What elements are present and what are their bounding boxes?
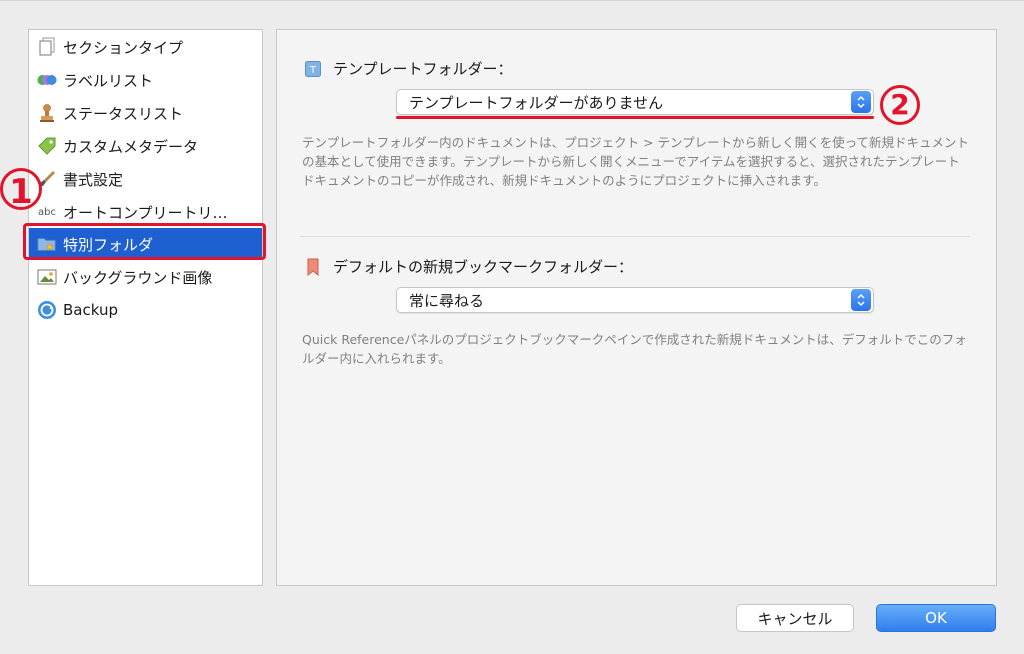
bookmark-folder-description: Quick Referenceパネルのプロジェクトブックマークペインで作成された… — [302, 332, 967, 366]
template-folder-label: テンプレートフォルダー： — [333, 60, 513, 78]
image-icon — [37, 267, 57, 287]
section-divider — [300, 236, 970, 237]
page-stack-icon — [37, 37, 57, 57]
stamp-icon — [37, 103, 57, 123]
svg-text:T: T — [309, 65, 317, 76]
sidebar-item-label-list[interactable]: ラベルリスト — [29, 64, 262, 96]
annotation-marker-2: 2 — [880, 85, 920, 125]
select-stepper-icon — [851, 289, 871, 311]
template-folder-select[interactable]: テンプレートフォルダーがありません — [396, 89, 874, 115]
bookmark-icon — [305, 258, 321, 276]
select-stepper-icon — [851, 91, 871, 113]
template-folder-heading: T テンプレートフォルダー： — [305, 58, 513, 79]
abc-icon: abc — [38, 206, 56, 218]
sidebar-item-label: オートコンプリートリ… — [63, 203, 228, 222]
sidebar-item-label: カスタムメタデータ — [63, 137, 199, 156]
sidebar-item-formatting[interactable]: 書式設定 — [29, 163, 262, 195]
sidebar-item-section-types[interactable]: セクションタイプ — [29, 31, 262, 63]
bookmark-folder-select-value: 常に尋ねる — [409, 291, 485, 310]
sidebar-item-backup[interactable]: Backup — [29, 294, 262, 326]
sidebar-item-label: ラベルリスト — [63, 71, 154, 90]
sidebar-item-label: 書式設定 — [63, 170, 124, 189]
sidebar-item-background-image[interactable]: バックグラウンド画像 — [29, 261, 262, 293]
annotation-marker-1: 1 — [0, 168, 42, 212]
sidebar-item-label: ステータスリスト — [63, 104, 184, 123]
backup-icon — [37, 300, 57, 320]
cancel-button[interactable]: キャンセル — [736, 604, 854, 632]
preferences-sidebar: セクションタイプ ラベルリスト ステータスリスト カスタムメタデータ 書式設定 … — [28, 29, 263, 586]
template-folder-select-value: テンプレートフォルダーがありません — [409, 93, 664, 112]
template-folder-description: テンプレートフォルダー内のドキュメントは、プロジェクト > テンプレートから新し… — [302, 135, 970, 188]
sidebar-item-custom-metadata[interactable]: カスタムメタデータ — [29, 130, 262, 162]
select-underline-annotation — [396, 116, 874, 119]
template-icon: T — [305, 60, 321, 77]
selection-highlight-annotation — [23, 223, 266, 260]
window-top-border — [0, 0, 1024, 1]
sidebar-item-status-list[interactable]: ステータスリスト — [29, 97, 262, 129]
tag-icon — [37, 136, 57, 156]
ok-button[interactable]: OK — [876, 604, 996, 632]
bookmark-folder-label: デフォルトの新規ブックマークフォルダー： — [333, 258, 634, 276]
sidebar-item-label: Backup — [63, 301, 118, 319]
bookmark-folder-select[interactable]: 常に尋ねる — [396, 287, 874, 313]
sidebar-item-label: バックグラウンド画像 — [63, 268, 213, 287]
sidebar-item-label: セクションタイプ — [63, 38, 184, 57]
color-circles-icon — [37, 70, 57, 90]
bookmark-folder-heading: デフォルトの新規ブックマークフォルダー： — [305, 256, 633, 277]
